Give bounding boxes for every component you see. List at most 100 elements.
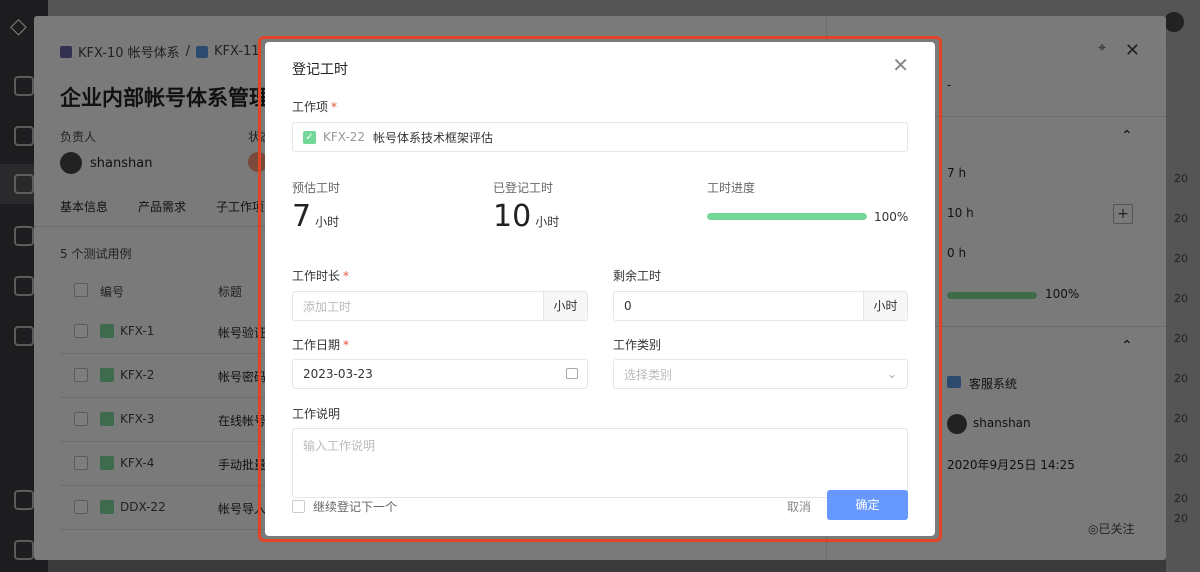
row-checkbox[interactable]	[74, 324, 88, 338]
avatar	[60, 152, 82, 174]
row-checkbox[interactable]	[74, 368, 88, 382]
test-case-count: 5 个测试用例	[60, 247, 132, 261]
apps-icon[interactable]	[14, 326, 34, 346]
drawer-tabs: 基本信息 产品需求 子工作项	[60, 198, 264, 215]
cancel-button[interactable]: 取消	[787, 498, 811, 515]
row-code: DDX-22	[120, 500, 166, 514]
continue-checkbox[interactable]: 继续登记下一个	[292, 498, 397, 515]
estimated-hours-value: 7 小时	[292, 199, 340, 234]
row-checkbox[interactable]	[74, 412, 88, 426]
row-code: KFX-3	[120, 412, 155, 426]
owner-name: shanshan	[90, 155, 153, 171]
select-all-checkbox[interactable]	[74, 283, 88, 297]
side-created-at: 2020年9月25日 14:25	[947, 458, 1075, 472]
category-label: 工作类别	[613, 338, 662, 352]
close-icon[interactable]: ✕	[892, 55, 909, 75]
progress-percent: 100%	[874, 210, 909, 224]
bg-date-cell: 20	[1174, 412, 1188, 425]
avatar	[947, 414, 967, 434]
remaining-value: 0	[624, 299, 632, 313]
confirm-button[interactable]: 确定	[827, 490, 908, 520]
log-time-dialog: 登记工时 ✕ 工作项 * ✓ KFX-22 帐号体系技术框架评估 预估工时 7 小时…	[265, 42, 935, 536]
row-code: KFX-4	[120, 456, 155, 470]
tab-basic-info[interactable]: 基本信息	[60, 198, 108, 215]
breadcrumb: KFX-10 帐号体系 / KFX-11	[60, 42, 260, 61]
side-logged: 10 h	[947, 206, 974, 220]
follow-status[interactable]: ◎已关注	[1088, 520, 1134, 537]
progress-label: 工时进度	[707, 181, 756, 195]
test-case-icon	[100, 500, 114, 514]
logged-hours-value: 10 小时	[493, 199, 560, 234]
remaining-label: 剩余工时	[613, 269, 662, 283]
description-label: 工作说明	[292, 407, 341, 421]
work-item-field[interactable]: ✓ KFX-22 帐号体系技术框架评估	[292, 122, 908, 152]
task-check-icon: ✓	[303, 130, 316, 144]
collapse-icon[interactable]: ⌃	[1121, 128, 1133, 144]
epic-icon	[60, 45, 72, 58]
row-code: KFX-1	[120, 324, 155, 338]
description-textarea[interactable]: 输入工作说明	[292, 428, 908, 498]
duration-placeholder: 添加工时	[303, 299, 352, 314]
progress-bar-fill	[707, 213, 867, 220]
add-worklog-button[interactable]: +	[1113, 204, 1133, 224]
tab-requirements[interactable]: 产品需求	[138, 198, 186, 215]
flask-icon[interactable]	[14, 226, 34, 246]
remaining-input[interactable]: 0 小时	[613, 291, 908, 321]
bg-date-cell: 20	[1174, 372, 1188, 385]
checkbox-icon	[292, 500, 305, 513]
bg-date-cell: 20	[1174, 292, 1188, 305]
collapse-icon[interactable]: ⌃	[1121, 338, 1133, 354]
chevron-down-icon: ⌄	[886, 367, 897, 381]
continue-label: 继续登记下一个	[313, 500, 398, 514]
cube-icon[interactable]	[14, 490, 34, 510]
duration-unit: 小时	[543, 292, 587, 320]
test-case-icon	[100, 412, 114, 426]
date-picker[interactable]: 2023-03-23	[292, 359, 588, 389]
bg-date-cell: 20	[1174, 452, 1188, 465]
date-value: 2023-03-23	[303, 367, 373, 381]
home-icon[interactable]	[14, 76, 34, 96]
test-case-icon	[100, 456, 114, 470]
owner-label: 负责人	[60, 130, 97, 144]
work-item-code: KFX-22	[323, 130, 365, 144]
test-case-icon	[100, 324, 114, 338]
bg-date-cell: 20	[1174, 332, 1188, 345]
bg-date-cell: 20	[1174, 512, 1188, 525]
date-label: 工作日期 *	[292, 338, 350, 352]
row-checkbox[interactable]	[74, 500, 88, 514]
grid-icon[interactable]	[14, 126, 34, 146]
row-checkbox[interactable]	[74, 456, 88, 470]
side-dash: -	[947, 78, 952, 92]
duration-input[interactable]: 添加工时 小时	[292, 291, 588, 321]
bg-date-cell: 20	[1174, 252, 1188, 265]
pin-icon[interactable]: ⌖	[1098, 40, 1106, 56]
duration-label: 工作时长 *	[292, 269, 350, 283]
side-remaining: 0 h	[947, 246, 967, 260]
tab-sub-items[interactable]: 子工作项	[216, 198, 264, 215]
menu-icon[interactable]	[14, 540, 34, 560]
remaining-unit: 小时	[863, 292, 907, 320]
story-icon	[196, 45, 209, 58]
bg-date-cell: 20	[1174, 172, 1188, 185]
category-placeholder: 选择类别	[624, 367, 673, 382]
side-creator: shanshan	[973, 416, 1031, 430]
progress-bar	[707, 213, 867, 220]
project-icon[interactable]	[14, 174, 34, 194]
page-title: 企业内部帐号体系管理	[60, 86, 270, 110]
calendar-icon	[566, 368, 578, 379]
row-code: KFX-2	[120, 368, 155, 382]
drawer-close-icon[interactable]: ✕	[1125, 40, 1140, 61]
test-case-icon	[100, 368, 114, 382]
bg-date-cell: 20	[1174, 212, 1188, 225]
side-project: 客服系统	[969, 377, 1018, 391]
breadcrumb-current: KFX-11	[214, 44, 260, 59]
bg-date-cell: 20	[1174, 492, 1188, 505]
breadcrumb-parent[interactable]: KFX-10 帐号体系	[78, 42, 180, 61]
category-select[interactable]: 选择类别 ⌄	[613, 359, 908, 389]
work-item-label: 工作项 *	[292, 100, 338, 114]
book-icon[interactable]	[14, 276, 34, 296]
side-progress-bar	[947, 292, 1037, 299]
project-folder-icon	[947, 376, 961, 388]
owner-field[interactable]: shanshan	[60, 152, 152, 174]
logged-hours-label: 已登记工时	[493, 181, 554, 195]
